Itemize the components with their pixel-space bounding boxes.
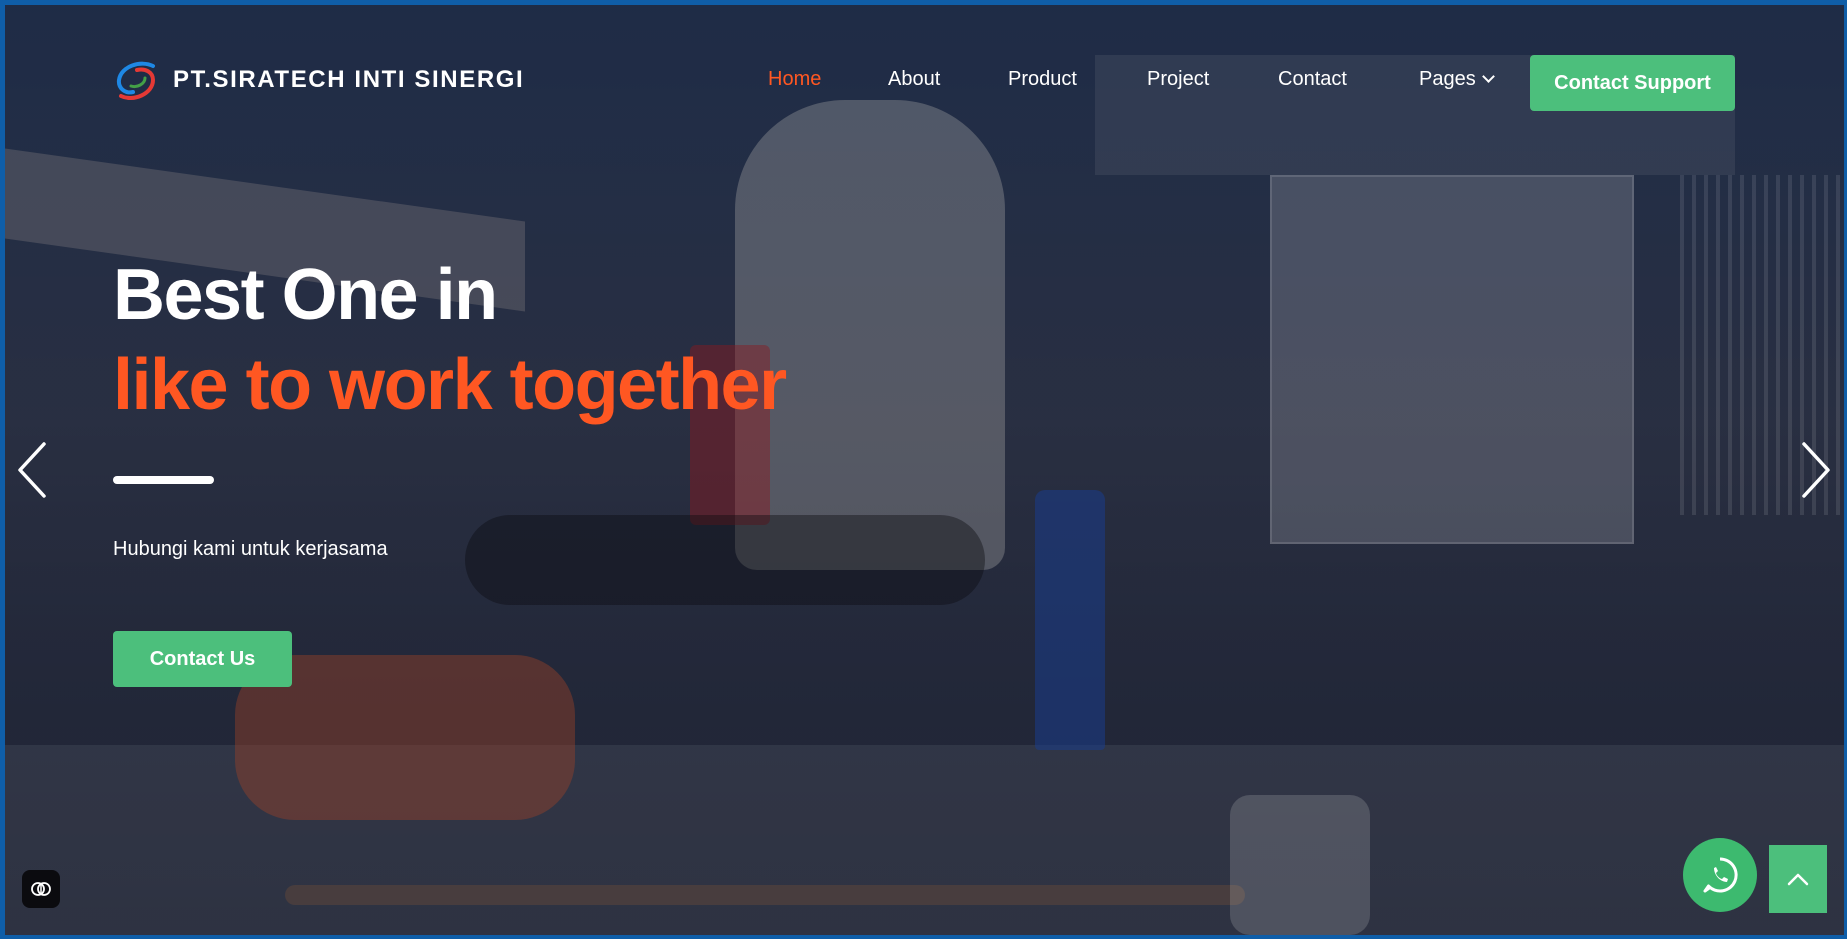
hero-slide <box>5 5 1844 935</box>
contact-support-button[interactable]: Contact Support <box>1530 55 1735 111</box>
nav-product[interactable]: Product <box>1008 68 1077 91</box>
hero-subtitle: Hubungi kami untuk kerjasama <box>113 538 388 560</box>
nav-home[interactable]: Home <box>768 68 821 91</box>
chevron-up-icon <box>1787 873 1809 886</box>
background-control-panel <box>1270 175 1634 544</box>
background-tank <box>735 100 1005 570</box>
background-blue-filter <box>1035 490 1105 750</box>
background-floor-pipe <box>285 885 1245 905</box>
chevron-left-icon[interactable] <box>12 440 52 500</box>
hero-title: Best One in <box>113 255 498 335</box>
nav-pages-label: Pages <box>1419 68 1476 90</box>
back-to-top-button[interactable] <box>1769 845 1827 913</box>
contact-us-button[interactable]: Contact Us <box>113 631 292 687</box>
chevron-down-icon <box>1481 70 1495 83</box>
nav-about[interactable]: About <box>888 68 940 91</box>
background-bucket <box>1230 795 1370 935</box>
swirl-logo-icon <box>116 61 156 100</box>
whatsapp-button[interactable] <box>1683 838 1757 912</box>
hero-divider <box>113 476 214 484</box>
accessibility-button[interactable] <box>22 870 60 908</box>
chevron-right-icon[interactable] <box>1796 440 1836 500</box>
whatsapp-icon <box>1703 857 1738 893</box>
brain-icon <box>31 882 51 896</box>
nav-project[interactable]: Project <box>1147 68 1209 91</box>
brand-name: PT.SIRATECH INTI SINERGI <box>173 66 525 93</box>
hero-title-accent: like to work together <box>113 345 787 425</box>
nav-contact[interactable]: Contact <box>1278 68 1347 91</box>
background-insulated-pipe <box>465 515 985 605</box>
site-logo[interactable]: PT.SIRATECH INTI SINERGI <box>113 58 524 102</box>
nav-pages[interactable]: Pages <box>1419 68 1495 91</box>
